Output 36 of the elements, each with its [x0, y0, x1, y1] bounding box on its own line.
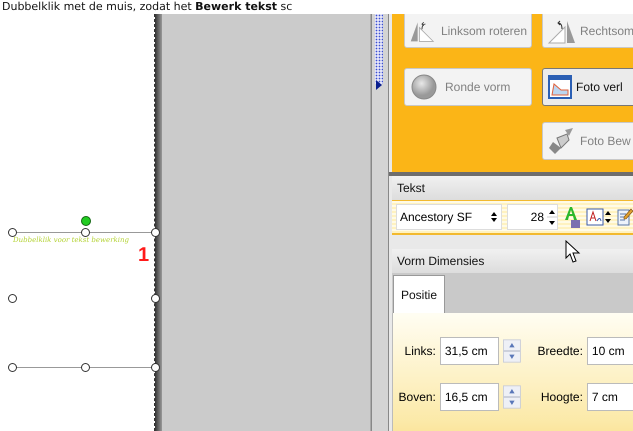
- section-title: Tekst: [397, 181, 426, 195]
- action-button[interactable]: Foto verl: [542, 68, 633, 106]
- resize-handle[interactable]: [151, 363, 160, 372]
- resize-handle[interactable]: [8, 294, 17, 303]
- resize-handle[interactable]: [151, 294, 160, 303]
- field-label: Boven:: [398, 390, 436, 404]
- tab[interactable]: Positie: [393, 275, 446, 313]
- field-label: Hoogte:: [540, 390, 583, 404]
- mouse-cursor-icon: [565, 240, 581, 264]
- circle-icon: [409, 73, 439, 101]
- font-dropdown[interactable]: Ancestory SF: [396, 204, 502, 230]
- field-label: Breedte:: [536, 344, 583, 358]
- spin-buttons-icon[interactable]: [503, 384, 522, 410]
- edit-note-icon[interactable]: [617, 207, 633, 227]
- collapse-arrow-icon[interactable]: [376, 80, 382, 90]
- font-color-icon[interactable]: [563, 206, 581, 228]
- instruction-text: Dubbelklik met de muis, zodat het Bewerk tekst sc: [2, 0, 292, 13]
- field-label: Links:: [404, 344, 436, 358]
- resize-handle[interactable]: [151, 228, 160, 237]
- splitter-grip[interactable]: [375, 14, 383, 84]
- resize-handle[interactable]: [8, 363, 17, 372]
- resize-handle[interactable]: [81, 228, 90, 237]
- chart-window-icon: [547, 73, 573, 101]
- spin-buttons-icon[interactable]: [503, 338, 522, 364]
- section-title: Vorm Dimensies: [397, 254, 484, 268]
- font-style-icon[interactable]: [586, 207, 612, 227]
- input-field[interactable]: 31,5 cm: [440, 337, 500, 365]
- input-field[interactable]: 10 cm: [586, 337, 633, 365]
- rotation-handle[interactable]: [81, 216, 91, 226]
- resize-handle[interactable]: [8, 228, 17, 237]
- resize-handle[interactable]: [81, 363, 90, 372]
- input-field[interactable]: 16,5 cm: [440, 383, 500, 411]
- step-number: 1: [138, 244, 150, 266]
- input-field[interactable]: 7 cm: [586, 383, 633, 411]
- spinner-icon: [490, 211, 498, 223]
- font-size-field[interactable]: 28: [507, 204, 558, 230]
